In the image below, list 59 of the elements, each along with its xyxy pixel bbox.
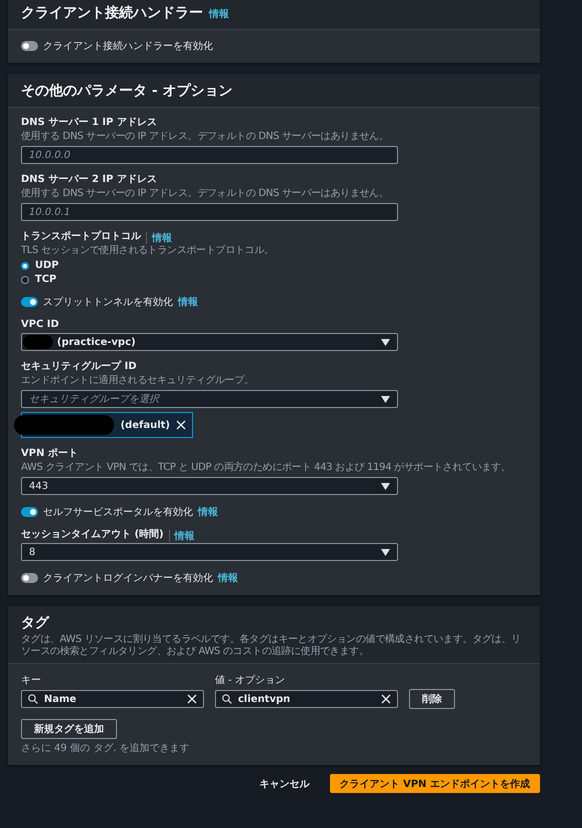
info-link[interactable]: 情報 xyxy=(178,295,198,309)
select-field[interactable]: (practice-vpc) xyxy=(21,333,398,351)
toggle-switch[interactable] xyxy=(21,507,38,517)
remove-button[interactable]: 削除 xyxy=(409,689,455,709)
toggle-label: セルフサービスポータルを有効化 xyxy=(43,506,193,519)
create-endpoint-button[interactable]: クライアント VPN エンドポイントを作成 xyxy=(330,774,540,793)
dropdown-caret-icon xyxy=(381,338,390,346)
clear-icon[interactable] xyxy=(381,694,391,704)
field-description: エンドポイントに適用されるセキュリティグループ。 xyxy=(21,375,255,387)
token-label: (default) xyxy=(120,420,170,430)
radio-label: UDP xyxy=(35,260,59,271)
field-label: セキュリティグループ ID xyxy=(21,361,137,373)
field-description: 使用する DNS サーバーの IP アドレス。デフォルトの DNS サーバーはありません。 xyxy=(21,131,390,143)
field-description: TLS セッションで使用されるトランスポートプロトコル。 xyxy=(21,245,275,257)
section-description: タグは、AWS リソースに割り当てるラベルです。各タグはキーとオプションの値で構成されています。タグは、リソースの検索とフィルタリング、および AWS のコストの追跡に使用できます。 xyxy=(21,634,522,658)
search-icon xyxy=(222,694,232,704)
info-link[interactable]: 情報 xyxy=(209,7,229,21)
field-label: DNS サーバー 2 IP アドレス xyxy=(21,174,157,186)
search-icon xyxy=(28,694,38,704)
clear-icon[interactable] xyxy=(187,694,197,704)
dropdown-caret-icon xyxy=(381,396,390,402)
info-link[interactable]: 情報 xyxy=(218,571,238,585)
field-description: AWS クライアント VPN では、TCP と UDP の両方のためにポート 443 および 1194 がサポートされています。 xyxy=(21,462,512,474)
toggle-label: クライアント接続ハンドラーを有効化 xyxy=(43,40,213,53)
select-field[interactable]: 443 xyxy=(21,477,398,495)
toggle-label: スプリットトンネルを有効化 xyxy=(43,296,173,309)
field-label: DNS サーバー 1 IP アドレス xyxy=(21,117,157,129)
column-label: 値 - オプション xyxy=(215,674,286,687)
input-field[interactable]: 10.0.0.1 xyxy=(21,203,398,221)
section-title: その他のパラメータ - オプション xyxy=(21,82,233,100)
cancel-button[interactable]: キャンセル xyxy=(260,776,310,790)
info-link[interactable]: 情報 xyxy=(152,231,172,245)
dropdown-caret-icon xyxy=(381,548,390,556)
column-label: キー xyxy=(21,674,42,687)
field-description: 使用する DNS サーバーの IP アドレス。デフォルトの DNS サーバーはありません。 xyxy=(21,188,390,200)
dropdown-caret-icon xyxy=(381,482,390,490)
toggle-label: クライアントログインバナーを有効化 xyxy=(43,572,213,585)
select-field[interactable]: 8 xyxy=(21,543,398,561)
radio-label: TCP xyxy=(35,274,56,285)
toggle-switch[interactable] xyxy=(21,297,38,307)
add-tag-button[interactable]: 新規タグを追加 xyxy=(21,719,117,739)
radio-button[interactable] xyxy=(21,276,29,284)
input-field[interactable]: 10.0.0.0 xyxy=(21,146,398,164)
section-title: タグ xyxy=(21,614,50,632)
info-link[interactable]: 情報 xyxy=(174,529,195,543)
field-label: VPC ID xyxy=(21,319,59,331)
toggle-switch[interactable] xyxy=(21,41,38,51)
info-link[interactable]: 情報 xyxy=(198,505,218,519)
remove-icon[interactable] xyxy=(176,420,186,430)
tag-value-field[interactable]: clientvpn xyxy=(215,690,398,708)
section-title: クライアント接続ハンドラー xyxy=(21,4,203,22)
radio-button[interactable] xyxy=(21,262,29,270)
toggle-switch[interactable] xyxy=(21,573,38,583)
tag-limit-hint: さらに 49 個の タグ. を追加できます xyxy=(21,742,191,755)
tag-key-field[interactable]: Name xyxy=(21,690,204,708)
field-label: セッションタイムアウト (時間) xyxy=(21,529,164,541)
select-field[interactable]: セキュリティグループを選択 xyxy=(21,390,398,408)
field-label: トランスポートプロトコル xyxy=(21,231,141,243)
field-label: VPN ポート xyxy=(21,448,78,460)
